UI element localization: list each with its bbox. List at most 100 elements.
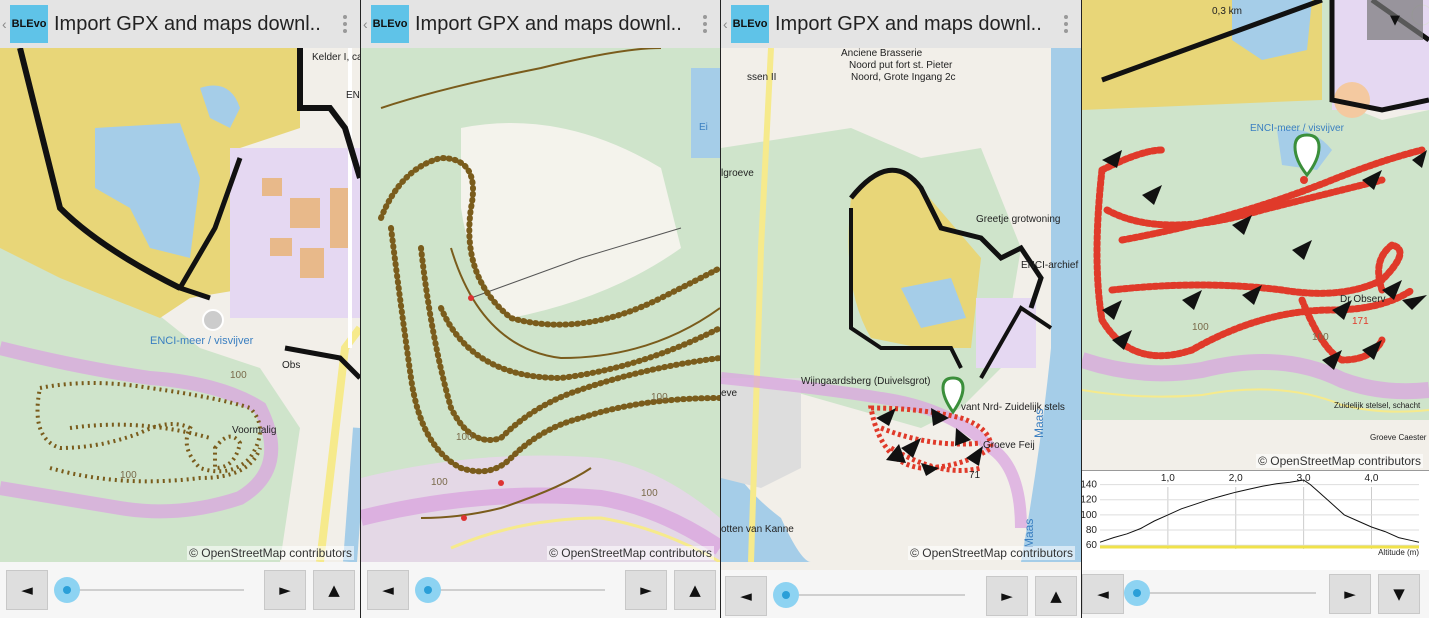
- waypoint-marker[interactable]: [461, 515, 467, 521]
- up-button[interactable]: ▲: [674, 570, 716, 610]
- next-button[interactable]: ►: [1329, 574, 1371, 614]
- slider-thumb[interactable]: [773, 582, 799, 608]
- app-logo[interactable]: BLEvo: [371, 5, 409, 43]
- elevation-chart-plot: 1,0 2,0 3,0 4,0 140 120 100 80 60 Altitude (m): [1082, 473, 1419, 557]
- playback-controls: ◄ ► ▲: [361, 562, 720, 618]
- waypoint-marker[interactable]: [498, 480, 504, 486]
- voormalig-label: Voormalig: [232, 425, 276, 436]
- contour-label: 100: [456, 432, 473, 443]
- previous-button[interactable]: ◄: [367, 570, 409, 610]
- lake-label: ENCI-meer / visvijver: [150, 335, 254, 347]
- lgroeve-label: lgroeve: [721, 168, 754, 179]
- enc-label: ENC: [346, 90, 360, 101]
- map-view[interactable]: Anciene Brasserie Noord put fort st. Pie…: [721, 48, 1081, 562]
- map-view[interactable]: Ei 100 100 100 100 © OpenStreetMap contr…: [361, 48, 720, 562]
- ssen-label: ssen II: [747, 72, 776, 83]
- scale-bar: 0,3 km: [1212, 6, 1243, 17]
- overflow-menu-icon[interactable]: [690, 15, 720, 33]
- next-button[interactable]: ►: [264, 570, 306, 610]
- contour-label: 100: [120, 470, 137, 481]
- previous-button[interactable]: ◄: [725, 576, 767, 616]
- map-attribution: © OpenStreetMap contributors: [547, 546, 714, 560]
- altitude-legend: Altitude (m): [1378, 548, 1419, 557]
- eve-label: eve: [721, 388, 738, 399]
- back-chevron-icon[interactable]: ‹: [2, 16, 10, 32]
- previous-button[interactable]: ◄: [6, 570, 48, 610]
- wijngaardsberg-label: Wijngaardsberg (Duivelsgrot): [801, 376, 931, 387]
- x-tick-label: 1,0: [1161, 473, 1175, 484]
- track-slider[interactable]: [785, 594, 965, 596]
- next-button[interactable]: ►: [625, 570, 667, 610]
- map-attribution: © OpenStreetMap contributors: [187, 546, 354, 560]
- track-slider[interactable]: [66, 589, 244, 591]
- route-number-label: 171: [1352, 316, 1369, 327]
- current-position-marker[interactable]: [1300, 176, 1308, 184]
- contour-label: 100: [1312, 332, 1329, 343]
- route-number-label: 71: [969, 470, 981, 481]
- screen-1: ‹ BLEvo Import GPX and maps downl.. ENCI…: [0, 0, 360, 618]
- track-slider[interactable]: [1136, 592, 1316, 594]
- app-title: Import GPX and maps downl..: [54, 12, 321, 35]
- collapse-overlay-button[interactable]: ▼: [1367, 0, 1423, 40]
- kanne-label: otten van Kanne: [721, 524, 794, 535]
- up-button[interactable]: ▲: [1035, 576, 1077, 616]
- x-tick-label: 3,0: [1297, 473, 1311, 484]
- observ-label: Dr Observ: [1340, 294, 1386, 305]
- playback-controls: ◄ ► ▲: [721, 570, 1081, 618]
- screen-2: ‹ BLEvo Import GPX and maps downl.. Ei 1…: [361, 0, 720, 618]
- slider-thumb[interactable]: [1124, 580, 1150, 606]
- contour-label: 100: [230, 370, 247, 381]
- y-tick-label: 80: [1086, 525, 1098, 536]
- brasserie-label: Noord put fort st. Pieter: [849, 60, 953, 71]
- app-bar: ‹ BLEvo Import GPX and maps downl..: [721, 0, 1081, 49]
- y-tick-label: 120: [1082, 495, 1097, 506]
- brasserie-label: Anciene Brasserie: [841, 48, 923, 59]
- down-button[interactable]: ▼: [1378, 574, 1420, 614]
- maas-label: Maas: [1022, 519, 1036, 548]
- screen-3: ‹ BLEvo Import GPX and maps downl.. Anci…: [721, 0, 1081, 618]
- ei-label: Ei: [699, 122, 708, 133]
- app-title: Import GPX and maps downl..: [415, 12, 682, 35]
- slider-thumb[interactable]: [54, 577, 80, 603]
- map-view[interactable]: ENCI-meer / visvijver Dr Observ 171 100 …: [1082, 0, 1429, 470]
- map-attribution: © OpenStreetMap contributors: [908, 546, 1075, 560]
- zuidelijk-label: vant Nrd- Zuidelijk stels: [961, 402, 1065, 413]
- playback-controls: ◄ ► ▲: [0, 562, 360, 618]
- x-tick-label: 4,0: [1365, 473, 1379, 484]
- next-button[interactable]: ►: [986, 576, 1028, 616]
- map-view[interactable]: ENCI-meer / visvijver Obs Voormalig Keld…: [0, 48, 360, 562]
- map-attribution: © OpenStreetMap contributors: [1256, 454, 1423, 468]
- up-button[interactable]: ▲: [313, 570, 355, 610]
- elevation-chart: 1,0 2,0 3,0 4,0 140 120 100 80 60 Altitude (m): [1082, 470, 1429, 571]
- app-logo[interactable]: BLEvo: [10, 5, 48, 43]
- contour-label: 100: [1192, 322, 1209, 333]
- slider-thumb[interactable]: [415, 577, 441, 603]
- waypoint-marker[interactable]: [468, 295, 474, 301]
- overflow-menu-icon[interactable]: [330, 15, 360, 33]
- obs-label: Obs: [282, 360, 300, 371]
- groeve-label: Groeve Caester: [1370, 433, 1427, 442]
- previous-button[interactable]: ◄: [1082, 574, 1124, 614]
- app-title: Import GPX and maps downl..: [775, 12, 1042, 35]
- groeve-label: Groeve Feij: [983, 440, 1035, 451]
- back-chevron-icon[interactable]: ‹: [723, 16, 731, 32]
- contour-label: 100: [641, 488, 658, 499]
- brasserie-label: Noord, Grote Ingang 2c: [851, 72, 956, 83]
- app-bar: ‹ BLEvo Import GPX and maps downl..: [0, 0, 360, 49]
- y-tick-label: 140: [1082, 480, 1097, 491]
- screen-4: ENCI-meer / visvijver Dr Observ 171 100 …: [1082, 0, 1429, 618]
- overflow-menu-icon[interactable]: [1051, 15, 1081, 33]
- y-tick-label: 60: [1086, 540, 1098, 551]
- back-chevron-icon[interactable]: ‹: [363, 16, 371, 32]
- x-tick-label: 2,0: [1229, 473, 1243, 484]
- track-slider[interactable]: [427, 589, 605, 591]
- y-tick-label: 100: [1082, 510, 1097, 521]
- playback-controls: ◄ ► ▼: [1082, 570, 1429, 618]
- app-bar: ‹ BLEvo Import GPX and maps downl..: [361, 0, 720, 49]
- contour-label: 100: [431, 477, 448, 488]
- zuidelijk-label: Zuidelijk stelsel, schacht: [1334, 401, 1421, 410]
- greetje-label: Greetje grotwoning: [976, 214, 1061, 225]
- maas-label: Maas: [1032, 409, 1046, 438]
- kelder-label: Kelder I, casi: [312, 52, 360, 63]
- app-logo[interactable]: BLEvo: [731, 5, 769, 43]
